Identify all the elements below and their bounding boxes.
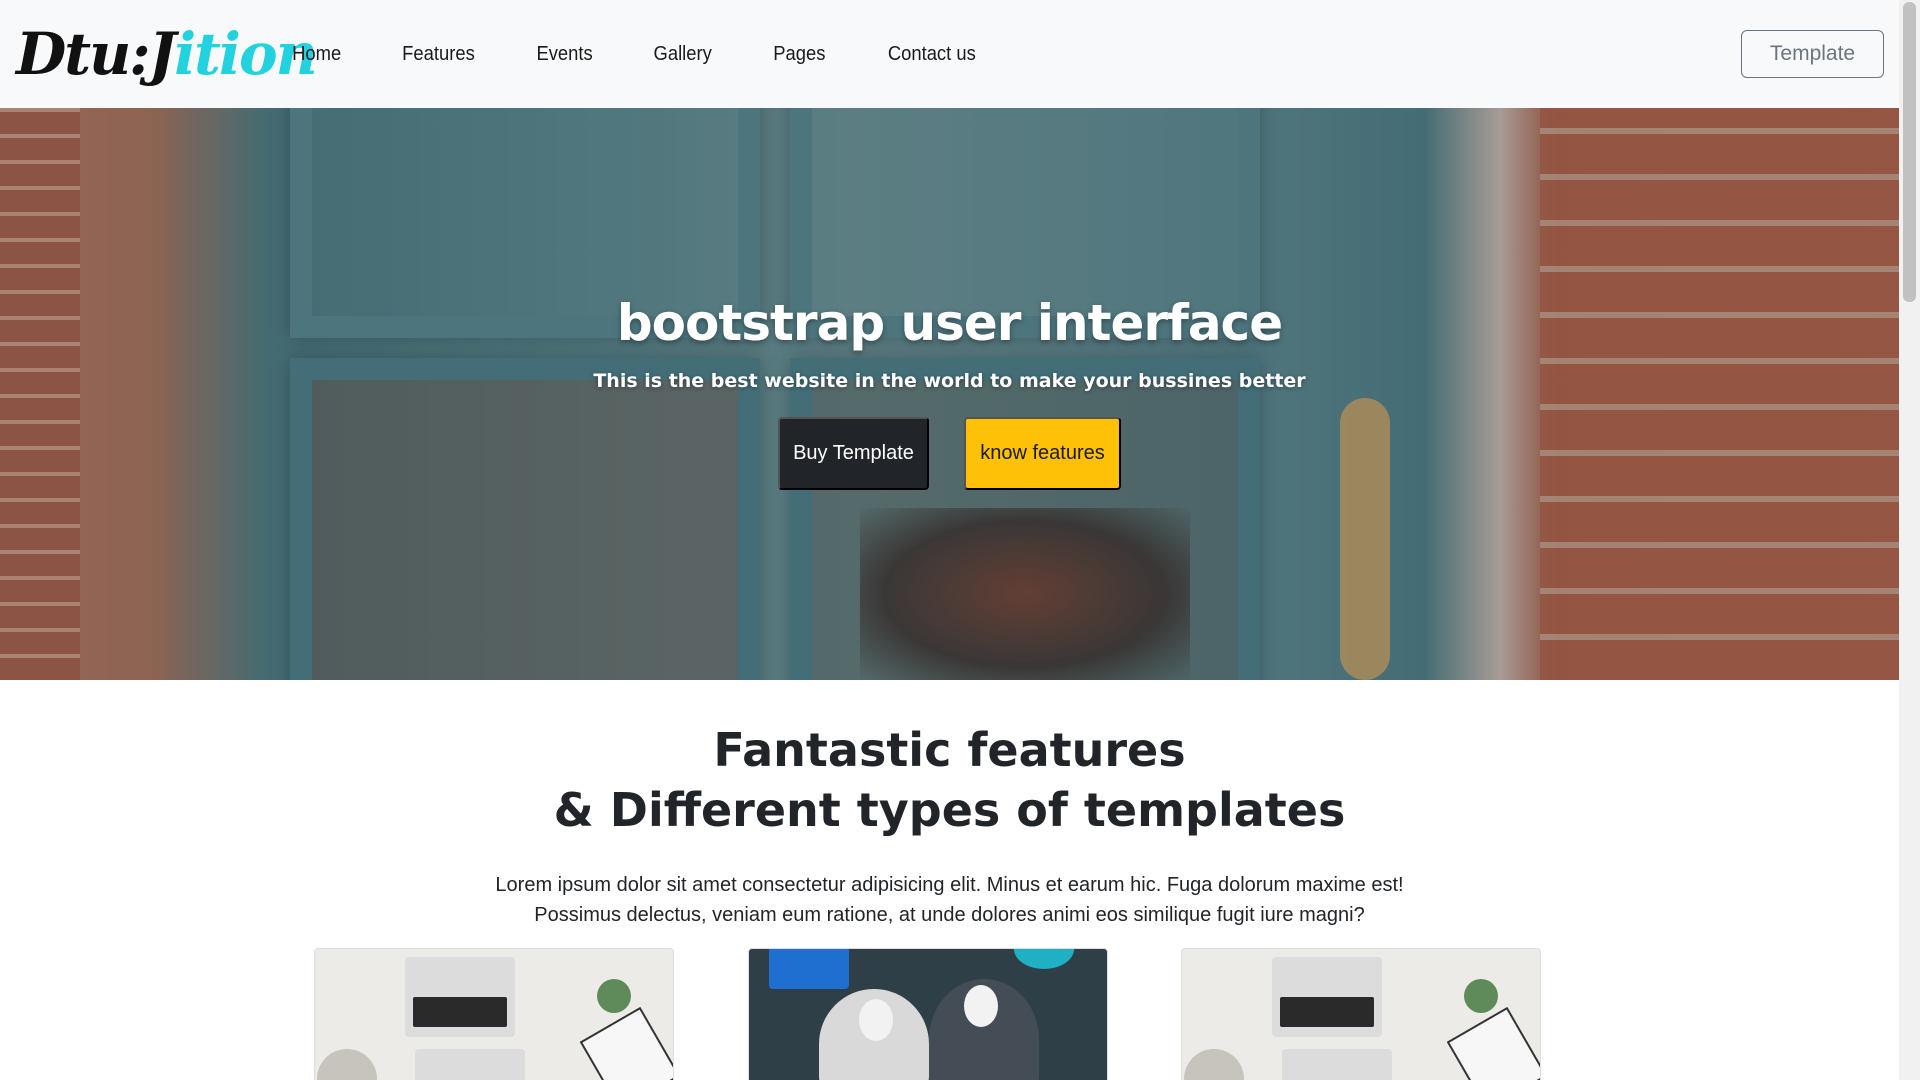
nav-link-gallery[interactable]: Gallery [628, 35, 738, 74]
card-image-cup [317, 1049, 377, 1080]
features-description: Lorem ipsum dolor sit amet consectetur a… [0, 870, 1899, 930]
features-description-line2: Possimus delectus, veniam eum ratione, a… [534, 904, 1365, 926]
navbar: Dtu:J ition Home Features Events Gallery … [0, 0, 1899, 108]
scrollbar-thumb[interactable] [1903, 2, 1916, 302]
card-image-notebook [1446, 1006, 1540, 1080]
nav-link-pages[interactable]: Pages [747, 35, 851, 74]
card-image-blue-bubble [769, 949, 849, 989]
hero-subtitle: This is the best website in the world to… [593, 370, 1306, 392]
features-title-line1: Fantastic features [713, 723, 1186, 777]
hero-overlay [0, 108, 1899, 680]
card-image-mask-left [859, 999, 893, 1041]
page-scrollbar[interactable] [1899, 0, 1920, 1080]
card-image-cup [1184, 1049, 1244, 1080]
template-card-3[interactable] [1181, 948, 1541, 1080]
card-image-laptop-lower [415, 1049, 525, 1080]
card-image-notebook [579, 1006, 673, 1080]
brand-logo-part1: Dtu:J [16, 20, 176, 88]
card-image-mask-right [964, 985, 998, 1027]
features-description-line1: Lorem ipsum dolor sit amet consectetur a… [495, 874, 1404, 896]
card-image-keyboard [1280, 997, 1374, 1027]
features-title: Fantastic features & Different types of … [0, 720, 1899, 840]
template-button[interactable]: Template [1741, 30, 1884, 78]
buy-template-button[interactable]: Buy Template [778, 417, 929, 490]
template-card-2[interactable] [748, 948, 1108, 1080]
features-title-line2: & Different types of templates [553, 783, 1346, 837]
card-image-teal-bubble [1014, 949, 1074, 969]
card-image-plant [597, 979, 631, 1013]
nav-link-home[interactable]: Home [266, 35, 367, 74]
card-image-keyboard [413, 997, 507, 1027]
know-features-button[interactable]: know features [964, 417, 1121, 490]
template-card-1[interactable] [314, 948, 674, 1080]
nav-link-contact[interactable]: Contact us [862, 35, 1001, 74]
nav-links: Home Features Events Gallery Pages Conta… [262, 0, 1007, 108]
hero-section: bootstrap user interface This is the bes… [0, 108, 1899, 680]
nav-link-features[interactable]: Features [377, 35, 501, 74]
card-image-laptop-lower [1282, 1049, 1392, 1080]
card-image-plant [1464, 979, 1498, 1013]
nav-link-events[interactable]: Events [511, 35, 619, 74]
hero-title: bootstrap user interface [616, 294, 1283, 352]
